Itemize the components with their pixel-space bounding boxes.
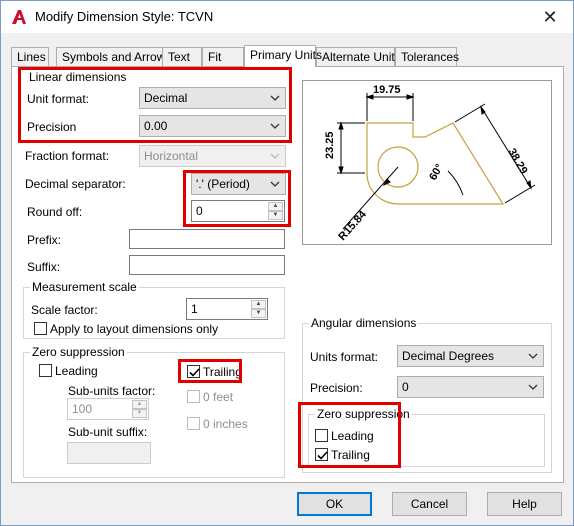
dim-radius-label: R15.84 bbox=[336, 208, 369, 243]
tab-alternate-units[interactable]: Alternate Units bbox=[316, 47, 401, 66]
scale-factor-value: 1 bbox=[191, 302, 198, 316]
cancel-button[interactable]: Cancel bbox=[392, 492, 467, 516]
dimension-preview: 19.75 23.25 38.29 60° R15.84 bbox=[302, 80, 552, 245]
zero-feet-checkbox bbox=[187, 390, 200, 403]
highlight-separator-roundoff bbox=[183, 170, 291, 227]
decimal-separator-label: Decimal separator: bbox=[25, 177, 126, 191]
autocad-icon bbox=[10, 8, 28, 26]
tab-lines[interactable]: Lines bbox=[11, 47, 49, 66]
tab-primary-units[interactable]: Primary Units bbox=[244, 45, 322, 67]
dim-left-label: 23.25 bbox=[324, 131, 336, 159]
angular-units-format-label: Units format: bbox=[310, 350, 379, 364]
chevron-down-icon bbox=[528, 353, 538, 359]
highlight-trailing bbox=[178, 359, 242, 383]
suffix-input[interactable] bbox=[129, 255, 285, 275]
subunits-factor-value: 100 bbox=[72, 402, 93, 416]
angular-precision-label: Precision: bbox=[310, 381, 363, 395]
help-button[interactable]: Help bbox=[487, 492, 562, 516]
angular-dimensions-title: Angular dimensions bbox=[309, 316, 419, 330]
zero-inches-label: 0 inches bbox=[203, 417, 248, 431]
angular-precision-select[interactable]: 0 bbox=[397, 376, 544, 398]
fraction-format-label: Fraction format: bbox=[25, 149, 110, 163]
zero-suppression-title: Zero suppression bbox=[30, 345, 127, 359]
tab-symbols-and-arrows[interactable]: Symbols and Arrows bbox=[56, 47, 171, 66]
subunits-factor-label: Sub-units factor: bbox=[68, 384, 156, 398]
round-off-label: Round off: bbox=[27, 205, 83, 219]
fraction-format-value: Horizontal bbox=[144, 149, 199, 163]
highlight-linear-dimensions bbox=[18, 67, 292, 143]
spin-down-icon[interactable]: ▼ bbox=[251, 309, 266, 318]
zero-inches-checkbox bbox=[187, 417, 200, 430]
scale-factor-label: Scale factor: bbox=[31, 303, 98, 317]
tab-tolerances[interactable]: Tolerances bbox=[395, 47, 459, 66]
spin-up-icon[interactable]: ▲ bbox=[251, 300, 266, 309]
tab-fit[interactable]: Fit bbox=[202, 47, 244, 66]
tab-text[interactable]: Text bbox=[162, 47, 202, 66]
highlight-angular-zero-suppression bbox=[298, 402, 401, 468]
apply-layout-checkbox[interactable] bbox=[34, 322, 47, 335]
dim-top-label: 19.75 bbox=[373, 84, 401, 96]
subunit-suffix-label: Sub-unit suffix: bbox=[68, 425, 148, 439]
chevron-down-icon bbox=[270, 153, 280, 159]
angular-units-format-select[interactable]: Decimal Degrees bbox=[397, 345, 544, 367]
dim-right-label: 38.29 bbox=[505, 147, 529, 177]
close-icon[interactable]: ✕ bbox=[539, 6, 561, 28]
zero-feet-label: 0 feet bbox=[203, 390, 234, 404]
title-bar: Modify Dimension Style: TCVN ✕ bbox=[1, 1, 573, 33]
spin-down-icon: ▼ bbox=[132, 409, 147, 418]
ok-button[interactable]: OK bbox=[297, 492, 372, 516]
fraction-format-select: Horizontal bbox=[139, 145, 286, 167]
apply-layout-label: Apply to layout dimensions only bbox=[50, 322, 219, 336]
prefix-label: Prefix: bbox=[27, 233, 62, 247]
measurement-scale-title: Measurement scale bbox=[30, 280, 139, 294]
chevron-down-icon bbox=[528, 384, 538, 390]
leading-label: Leading bbox=[55, 364, 98, 378]
spin-up-icon: ▲ bbox=[132, 400, 147, 409]
subunit-suffix-input bbox=[67, 442, 151, 464]
suffix-label: Suffix: bbox=[27, 260, 61, 274]
dialog-window: Modify Dimension Style: TCVN ✕ Lines Sym… bbox=[0, 0, 574, 526]
window-title: Modify Dimension Style: TCVN bbox=[35, 9, 214, 24]
angular-units-format-value: Decimal Degrees bbox=[402, 349, 495, 363]
scale-factor-spinner[interactable]: 1 ▲ ▼ bbox=[186, 298, 268, 320]
leading-checkbox[interactable] bbox=[39, 364, 52, 377]
dim-angle-label: 60° bbox=[427, 162, 446, 182]
preview-drawing: 19.75 23.25 38.29 60° R15.84 bbox=[324, 84, 536, 243]
subunits-factor-spinner: 100 ▲ ▼ bbox=[67, 398, 149, 420]
prefix-input[interactable] bbox=[129, 229, 285, 249]
angular-precision-value: 0 bbox=[402, 380, 409, 394]
